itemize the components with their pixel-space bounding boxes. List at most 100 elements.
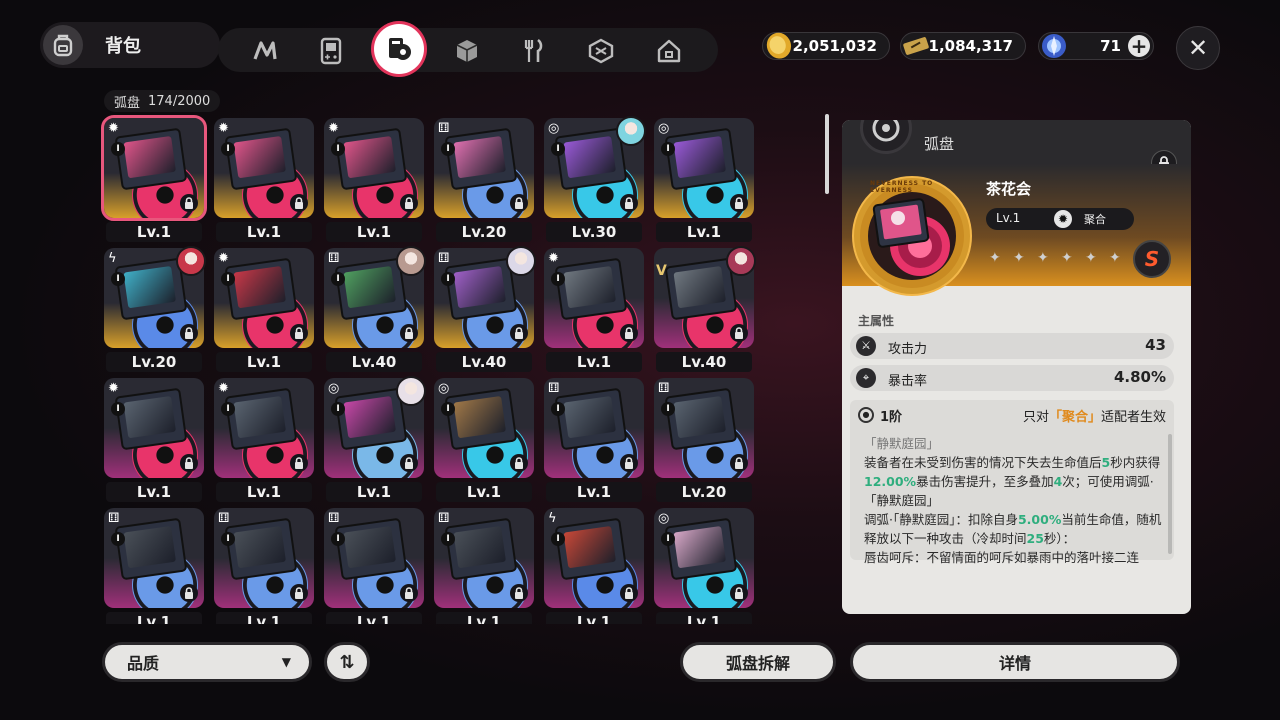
disc-level-label: Lv.20 [436, 222, 532, 242]
disc-case [224, 387, 298, 451]
tab-disc-case-icon[interactable] [374, 24, 424, 74]
disc-artwork [453, 265, 507, 309]
disc-card[interactable]: ⚅ I Lv.1 [104, 508, 204, 624]
skill-desc-b: 调弧·「静默庭园」：扣除自身5.00%当前生命值，随机释放以下一种攻击（冷却时间… [864, 510, 1164, 548]
lock-icon [400, 454, 418, 472]
disc-card[interactable]: ◎ I Lv.30 [544, 116, 646, 248]
disc-card[interactable]: ⚅ I Lv.40 [324, 246, 426, 378]
lock-icon [290, 584, 308, 602]
disc-level-label: Lv.1 [216, 482, 312, 502]
disc-level-label: Lv.1 [106, 222, 202, 242]
tier-badge-icon: I [221, 402, 235, 416]
disc-card[interactable]: ⚅ I Lv.20 [654, 378, 754, 508]
disc-artwork [453, 135, 507, 179]
tier-badge-icon: I [221, 532, 235, 546]
disc-artwork [563, 395, 617, 439]
bolt-attribute-icon: ϟ [548, 511, 557, 526]
disc-case [444, 127, 518, 191]
disc-artwork [343, 525, 397, 569]
dismantle-button[interactable]: 弧盘拆解 [680, 642, 836, 682]
lock-icon [180, 194, 198, 212]
disc-thumbnail: ⚅ I [214, 508, 314, 608]
disc-card[interactable]: ◎ I Lv.1 [654, 118, 754, 248]
star-icon: ✦ [989, 250, 1001, 266]
disc-card[interactable]: ⚅ I Lv.1 [434, 508, 534, 624]
desc-text: 调弧·「静默庭园」：扣除自身 [864, 512, 1018, 527]
tab-n-logo-icon[interactable] [246, 32, 284, 70]
dice-attribute-icon: ⚅ [438, 251, 450, 266]
stat-attack: ⚔ 攻击力 43 [850, 333, 1174, 359]
disc-thumbnail: ✹ I [214, 378, 314, 478]
disc-card[interactable]: ✹ I Lv.1 [104, 378, 204, 508]
tab-cube-icon[interactable] [448, 32, 486, 70]
disc-card[interactable]: ◎ I Lv.1 [434, 378, 534, 508]
ticket-icon [899, 29, 933, 63]
disc-card[interactable]: ◎ I Lv.1 [324, 376, 426, 508]
disc-card[interactable]: ⚅ I Lv.1 [324, 508, 424, 624]
grid-scrollbar[interactable] [824, 114, 830, 624]
tab-cube-outline-icon[interactable] [582, 32, 620, 70]
close-button[interactable]: ✕ [1176, 26, 1220, 70]
dice-attribute-icon: ⚅ [328, 251, 340, 266]
currency-ticket: 1,084,317 [900, 32, 1026, 60]
skill-scrollbar[interactable] [1168, 434, 1172, 554]
tier-badge-icon: I [221, 272, 235, 286]
dice-attribute-icon: ⚅ [438, 511, 450, 526]
tab-home-icon[interactable] [650, 32, 688, 70]
disc-artwork [233, 525, 287, 569]
tab-fork-knife-icon[interactable] [514, 32, 552, 70]
close-icon: ✕ [1187, 34, 1209, 62]
desc-text: 秒）： [1043, 531, 1076, 546]
disc-case [114, 387, 188, 451]
disc-card[interactable]: ⚅ I Lv.40 [434, 246, 536, 378]
lock-icon [290, 194, 308, 212]
disc-card[interactable]: ✹ I Lv.1 [214, 118, 314, 248]
disc-card[interactable]: ✹ I Lv.1 [214, 248, 314, 378]
disc-card[interactable]: ⚅ I Lv.1 [544, 378, 644, 508]
disc-card[interactable]: ✹ I Lv.1 [214, 378, 314, 508]
details-button[interactable]: 详情 [850, 642, 1180, 682]
skill-header: ● 1阶 只对「聚合」适配者生效 [858, 406, 1166, 426]
category-tabs [218, 24, 718, 74]
disc-artwork [673, 265, 727, 309]
add-crystal-icon[interactable]: + [1128, 35, 1150, 57]
tier-badge-icon: I [441, 272, 455, 286]
character-avatar [616, 116, 646, 146]
disc-artwork [343, 265, 397, 309]
grid-scroll-thumb[interactable] [825, 114, 829, 194]
disc-artwork [673, 525, 727, 569]
rank-badge: S [1133, 240, 1171, 278]
tier-badge-icon: I [221, 142, 235, 156]
disc-card[interactable]: ⚅ I Lv.1 [214, 508, 314, 624]
disc-card[interactable]: V Lv.40 [654, 246, 756, 378]
swirl-attribute-icon: ◎ [328, 381, 340, 396]
tab-gameboy-icon[interactable] [312, 32, 350, 70]
disc-level-label: Lv.1 [546, 352, 642, 372]
lock-icon [730, 454, 748, 472]
disc-level: Lv.1 [996, 211, 1021, 225]
disc-level-label: Lv.30 [546, 222, 642, 242]
lock-icon [180, 584, 198, 602]
disc-card[interactable]: ϟ I Lv.1 [544, 508, 644, 624]
lock-icon [290, 324, 308, 342]
star-icon: ✦ [1013, 250, 1025, 266]
disc-case [334, 127, 408, 191]
faction-gear-icon: ✹ [1054, 210, 1072, 228]
disc-card[interactable]: ✹ I Lv.1 [544, 248, 644, 378]
tier-badge-icon: I [331, 402, 345, 416]
disc-level-label: Lv.1 [216, 612, 312, 624]
sort-dropdown[interactable]: 品质 ▼ [102, 642, 312, 682]
disc-card[interactable]: ✹ I Lv.1 [324, 118, 424, 248]
disc-level-label: Lv.1 [106, 482, 202, 502]
disc-card[interactable]: ✹ I Lv.1 [101, 115, 207, 248]
disc-card[interactable]: ϟ I Lv.20 [104, 246, 206, 378]
disc-card[interactable]: ◎ I Lv.1 [654, 508, 754, 624]
disc-level-label: Lv.1 [656, 222, 752, 242]
sort-order-button[interactable]: ⇅ [324, 642, 370, 682]
disc-case [554, 517, 628, 581]
disc-card[interactable]: ⚅ I Lv.20 [434, 118, 534, 248]
stat-value: 4.80% [1113, 368, 1166, 386]
disc-ring-text: NEVERNESS TO EVERNESS [870, 180, 934, 194]
disc-artwork [563, 525, 617, 569]
disc-level-label: Lv.1 [216, 222, 312, 242]
